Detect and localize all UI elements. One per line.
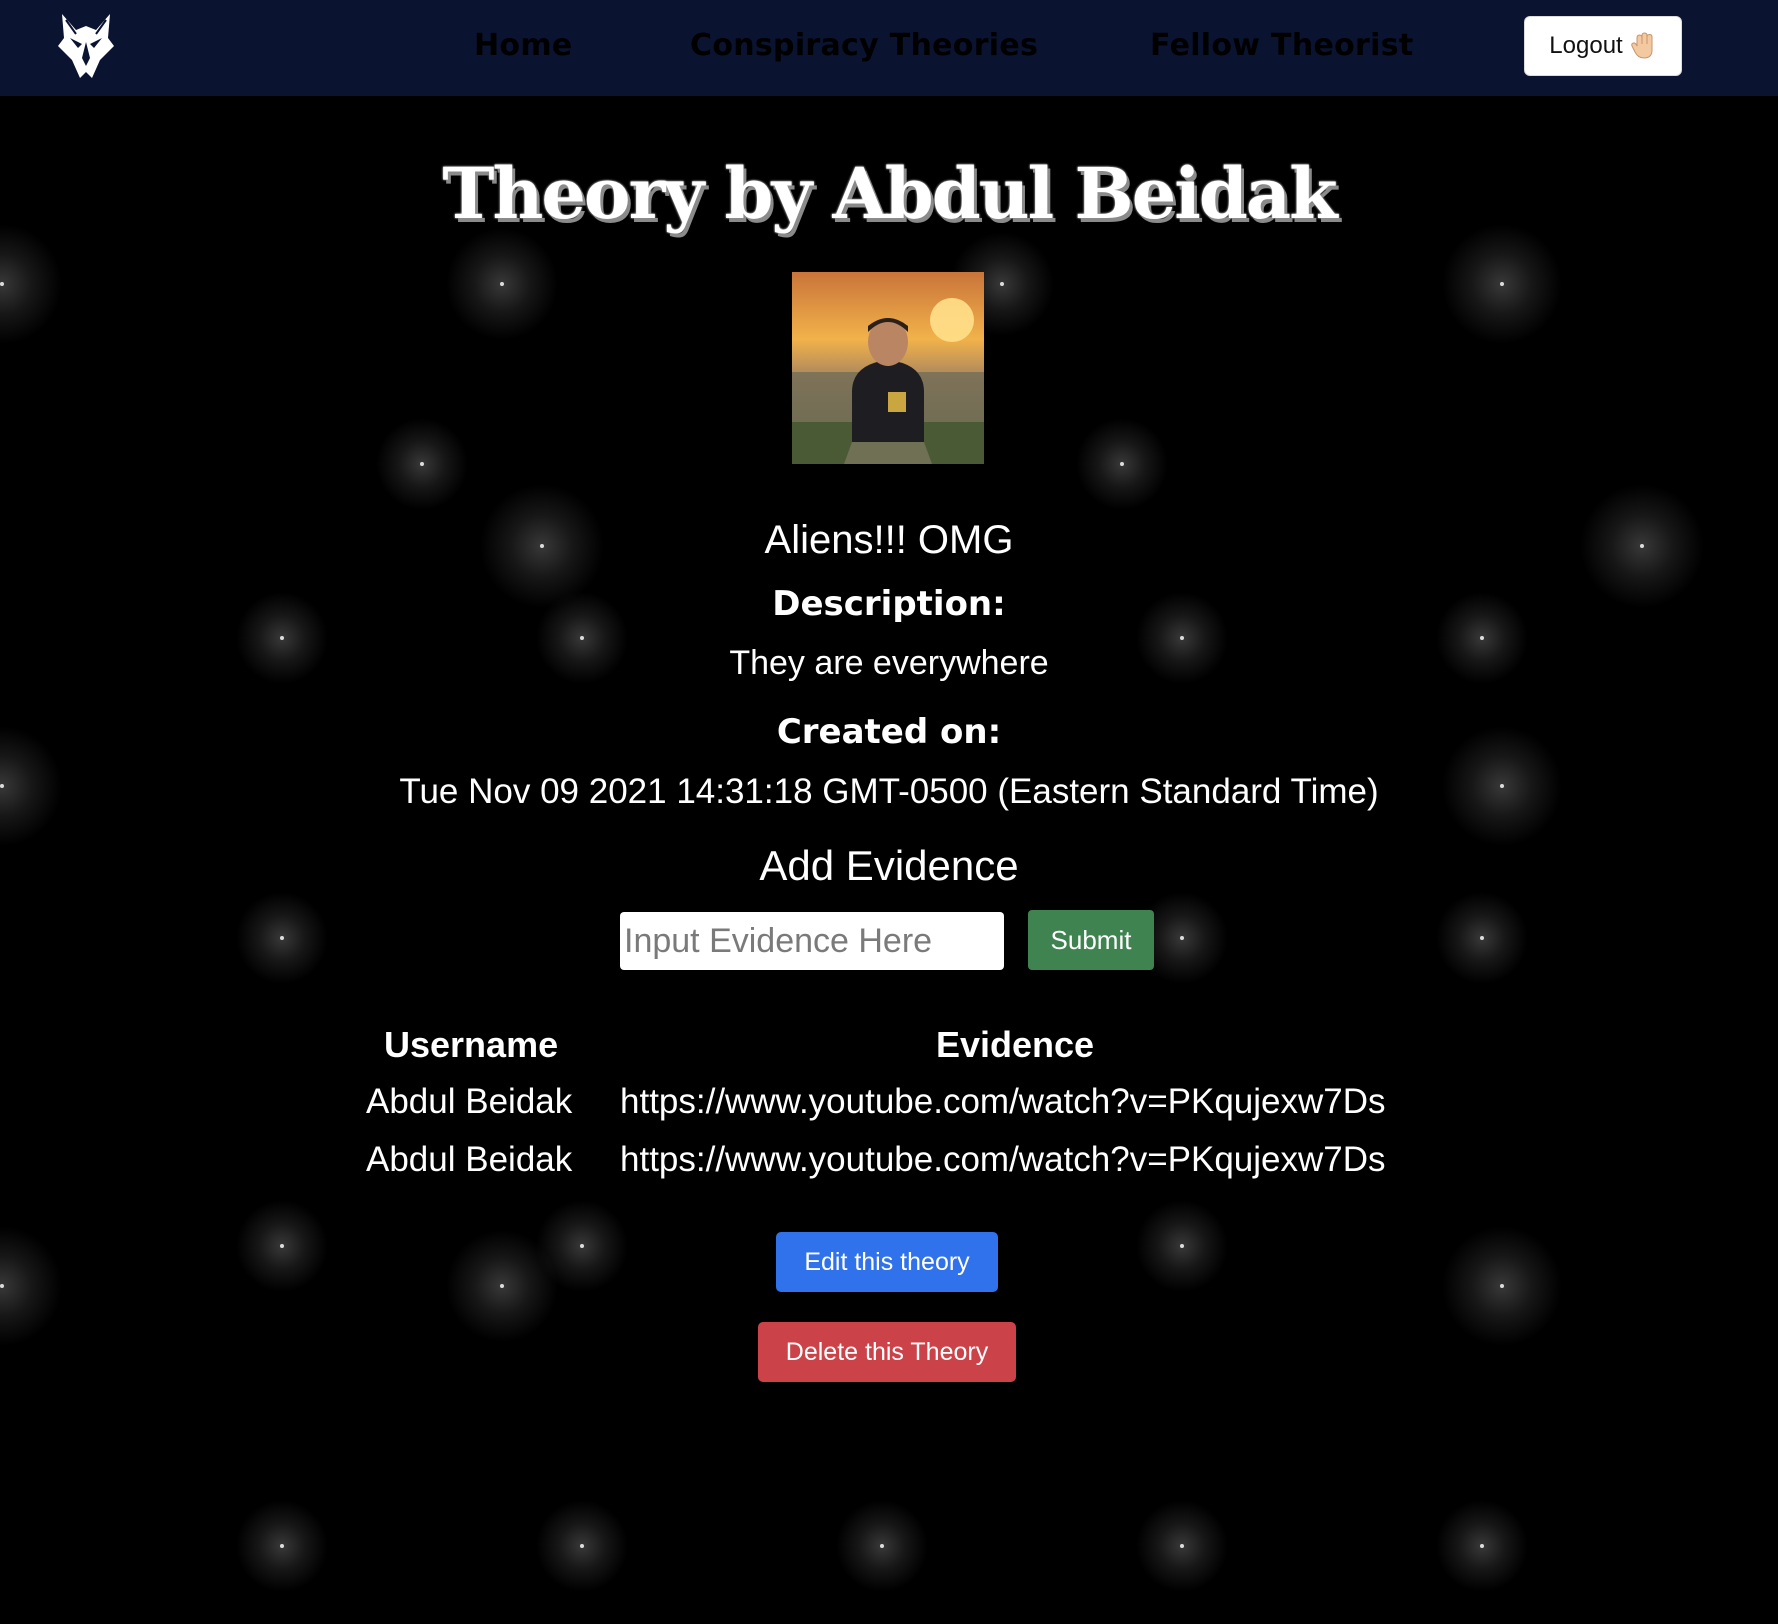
edit-theory-button[interactable]: Edit this theory — [776, 1232, 998, 1292]
author-avatar — [792, 272, 984, 464]
created-on-label: Created on: — [776, 712, 1002, 752]
description-label: Description: — [772, 584, 1006, 624]
nav-link-conspiracy-theories[interactable]: Conspiracy Theories — [690, 28, 1038, 63]
theory-name: Aliens!!! OMG — [764, 518, 1014, 562]
description-text: They are everywhere — [729, 644, 1049, 682]
table-cell-evidence: https://www.youtube.com/watch?v=PKqujexw… — [620, 1140, 1386, 1179]
table-header-username: Username — [384, 1024, 559, 1065]
table-cell-username: Abdul Beidak — [366, 1082, 573, 1121]
table-cell-evidence: https://www.youtube.com/watch?v=PKqujexw… — [620, 1082, 1386, 1121]
submit-evidence-button[interactable]: Submit — [1028, 910, 1154, 970]
nav-link-home[interactable]: Home — [474, 28, 573, 63]
page-title: Theory by Abdul Beidak — [442, 152, 1337, 235]
delete-theory-button[interactable]: Delete this Theory — [758, 1322, 1016, 1382]
table-cell-username: Abdul Beidak — [366, 1140, 573, 1179]
evidence-input[interactable] — [620, 912, 1004, 970]
top-navbar: Home Conspiracy Theories Fellow Theorist… — [0, 0, 1778, 96]
table-header-evidence: Evidence — [936, 1024, 1095, 1065]
add-evidence-heading: Add Evidence — [759, 842, 1019, 889]
nav-link-fellow-theorist[interactable]: Fellow Theorist — [1150, 28, 1414, 63]
created-on-value: Tue Nov 09 2021 14:31:18 GMT-0500 (Easte… — [399, 772, 1379, 811]
wolf-logo-icon[interactable] — [56, 12, 116, 80]
waving-hand-icon — [1630, 32, 1657, 60]
logout-label: Logout — [1549, 32, 1623, 59]
logout-button[interactable]: Logout — [1524, 16, 1682, 76]
theory-detail: Theory by Abdul Beidak Aliens!!! OMG Des… — [0, 96, 1778, 1624]
